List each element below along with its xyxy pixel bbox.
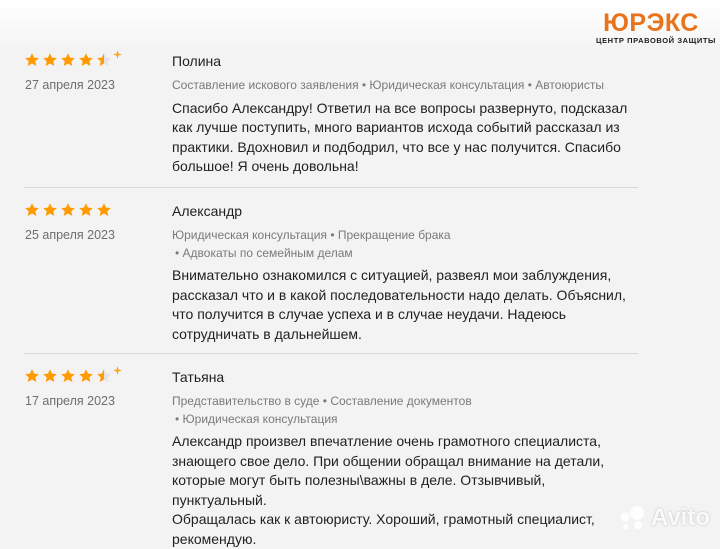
logo-name: ЮРЭКС <box>603 9 699 37</box>
star-icon <box>61 203 75 216</box>
star-icon <box>97 203 111 216</box>
rating-stars <box>24 50 122 68</box>
review-date: 25 апреля 2023 <box>25 228 115 242</box>
star-icon <box>61 369 75 382</box>
review-tags-line: • Адвокаты по семейным делам <box>175 245 353 260</box>
review-text: Спасибо Александру! Ответил на все вопро… <box>172 99 628 175</box>
divider <box>24 353 638 354</box>
review-author: Татьяна <box>172 369 225 385</box>
review-text: Внимательно ознакомился с ситуацией, раз… <box>172 267 626 342</box>
review-tags-line: Составление искового заявления • Юридиче… <box>172 78 604 92</box>
star-icon <box>43 369 57 382</box>
review-author: Александр <box>172 203 243 219</box>
star-icon <box>97 369 111 382</box>
star-icon <box>25 53 39 66</box>
brand-logo: ЮРЭКС ЦЕНТР ПРАВОВОЙ ЗАЩИТЫ <box>596 9 716 45</box>
review-author: Полина <box>172 53 222 69</box>
star-icon <box>43 53 57 66</box>
star-icon <box>61 53 75 66</box>
review-tags-line: Юридическая консультация • Прекращение б… <box>172 228 451 242</box>
sparkle-icon <box>113 366 122 375</box>
star-icon <box>79 53 93 66</box>
avito-watermark-text: Avito <box>650 504 710 531</box>
review-text: Александр произвел впечатление очень гра… <box>172 433 605 547</box>
top-band: ЮРЭКС ЦЕНТР ПРАВОВОЙ ЗАЩИТЫ <box>0 0 720 45</box>
star-icon <box>43 203 57 216</box>
star-icon <box>25 203 39 216</box>
logo-tagline: ЦЕНТР ПРАВОВОЙ ЗАЩИТЫ <box>596 36 716 45</box>
star-icon <box>79 203 93 216</box>
star-icon <box>25 369 39 382</box>
review-date: 17 апреля 2023 <box>25 394 115 408</box>
star-icon <box>97 53 111 66</box>
avito-logo-icon <box>620 506 644 530</box>
star-icon <box>79 369 93 382</box>
rating-stars <box>24 366 122 384</box>
sparkle-icon <box>113 50 122 59</box>
review-date: 27 апреля 2023 <box>25 78 115 92</box>
review-tags: Представительство в суде • Составление д… <box>172 393 642 428</box>
review-tags: Юридическая консультация • Прекращение б… <box>172 227 642 262</box>
divider <box>24 187 638 188</box>
avito-watermark: Avito <box>617 504 710 532</box>
review-tags-line: Представительство в суде • Составление д… <box>172 394 472 408</box>
rating-stars <box>24 202 112 218</box>
review-tags: Составление искового заявления • Юридиче… <box>172 77 642 95</box>
review-tags-line: • Юридическая консультация <box>175 411 338 426</box>
